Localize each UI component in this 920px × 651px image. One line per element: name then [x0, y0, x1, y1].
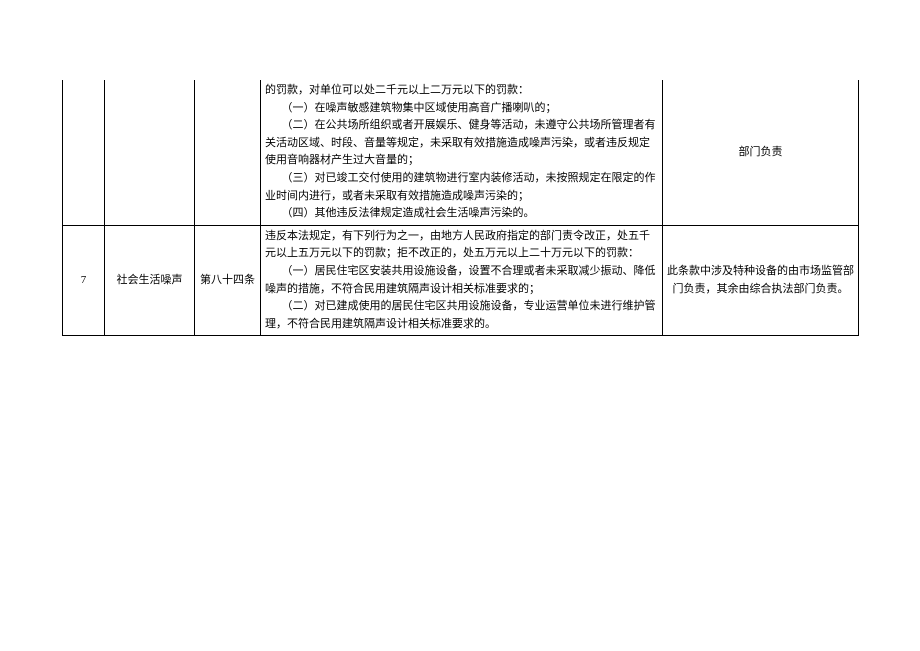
cell-article: 第八十四条 [195, 225, 261, 336]
cell-category [105, 80, 195, 225]
content-line: （四）其他违反法律规定造成社会生活噪声污染的。 [265, 205, 658, 223]
content-line: （二）对已建成使用的居民住宅区共用设施设备，专业运营单位未进行维护管理，不符合民… [265, 298, 658, 333]
content-line: （一）居民住宅区安装共用设施设备，设置不合理或者未采取减少振动、降低噪声的措施，… [265, 263, 658, 298]
cell-content: 违反本法规定，有下列行为之一，由地方人民政府指定的部门责令改正，处五千元以上五万… [261, 225, 663, 336]
document-page: 的罚款，对单位可以处二千元以上二万元以下的罚款： （一）在噪声敏感建筑物集中区域… [0, 0, 920, 336]
content-line: （三）对已竣工交付使用的建筑物进行室内装修活动，未按照规定在限定的作业时间内进行… [265, 170, 658, 205]
cell-responsibility: 此条款中涉及特种设备的由市场监管部门负责，其余由综合执法部门负责。 [663, 225, 859, 336]
content-line: 违反本法规定，有下列行为之一，由地方人民政府指定的部门责令改正，处五千元以上五万… [265, 228, 658, 263]
table-row: 7 社会生活噪声 第八十四条 违反本法规定，有下列行为之一，由地方人民政府指定的… [63, 225, 859, 336]
cell-content: 的罚款，对单位可以处二千元以上二万元以下的罚款： （一）在噪声敏感建筑物集中区域… [261, 80, 663, 225]
regulations-table: 的罚款，对单位可以处二千元以上二万元以下的罚款： （一）在噪声敏感建筑物集中区域… [62, 80, 859, 336]
content-line: 的罚款，对单位可以处二千元以上二万元以下的罚款： [265, 82, 658, 100]
content-line: （二）在公共场所组织或者开展娱乐、健身等活动，未遵守公共场所管理者有关活动区域、… [265, 117, 658, 170]
cell-category: 社会生活噪声 [105, 225, 195, 336]
table-row: 的罚款，对单位可以处二千元以上二万元以下的罚款： （一）在噪声敏感建筑物集中区域… [63, 80, 859, 225]
cell-index [63, 80, 105, 225]
cell-index: 7 [63, 225, 105, 336]
content-line: （一）在噪声敏感建筑物集中区域使用高音广播喇叭的； [265, 100, 658, 118]
cell-article [195, 80, 261, 225]
cell-responsibility: 部门负责 [663, 80, 859, 225]
